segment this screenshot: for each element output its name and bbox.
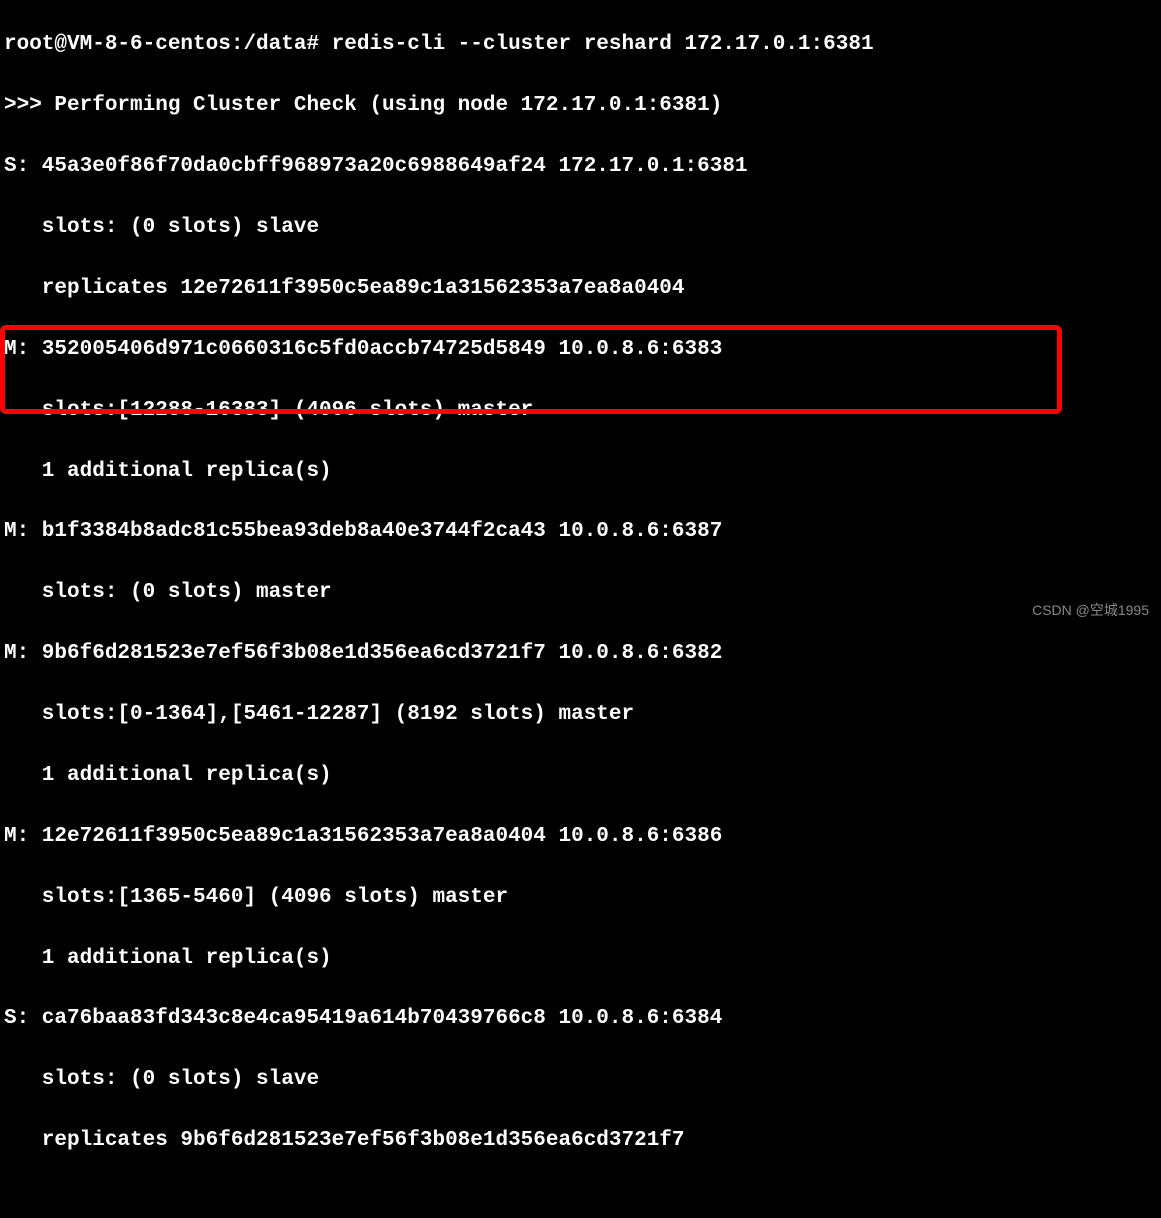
- terminal-line: replicates 12e72611f3950c5ea89c1a3156235…: [4, 274, 1157, 304]
- terminal-line: >>> Performing Cluster Check (using node…: [4, 91, 1157, 121]
- terminal-line: slots: (0 slots) slave: [4, 213, 1157, 243]
- terminal-line: S: ca76baa83fd343c8e4ca95419a614b7043976…: [4, 1004, 1157, 1034]
- terminal-line: root@VM-8-6-centos:/data# redis-cli --cl…: [4, 30, 1157, 60]
- terminal-line: 1 additional replica(s): [4, 761, 1157, 791]
- terminal-line: replicates 9b6f6d281523e7ef56f3b08e1d356…: [4, 1126, 1157, 1156]
- terminal-line: S: 45a3e0f86f70da0cbff968973a20c6988649a…: [4, 152, 1157, 182]
- terminal-line: M: 352005406d971c0660316c5fd0accb74725d5…: [4, 335, 1157, 365]
- terminal-line: M: 9b6f6d281523e7ef56f3b08e1d356ea6cd372…: [4, 639, 1157, 669]
- terminal-line: 1 additional replica(s): [4, 944, 1157, 974]
- terminal-line: slots:[1365-5460] (4096 slots) master: [4, 883, 1157, 913]
- terminal-line: slots: (0 slots) slave: [4, 1065, 1157, 1095]
- terminal-line: M: b1f3384b8adc81c55bea93deb8a40e3744f2c…: [4, 517, 1157, 547]
- terminal-line: M: 12e72611f3950c5ea89c1a31562353a7ea8a0…: [4, 822, 1157, 852]
- terminal-line: 1 additional replica(s): [4, 457, 1157, 487]
- terminal-line: slots:[12288-16383] (4096 slots) master: [4, 396, 1157, 426]
- terminal-line: slots:[0-1364],[5461-12287] (8192 slots)…: [4, 700, 1157, 730]
- terminal-line: slots: (0 slots) master: [4, 578, 1157, 608]
- watermark-text: CSDN @空城1995: [1032, 600, 1149, 620]
- terminal-output: root@VM-8-6-centos:/data# redis-cli --cl…: [4, 0, 1157, 1218]
